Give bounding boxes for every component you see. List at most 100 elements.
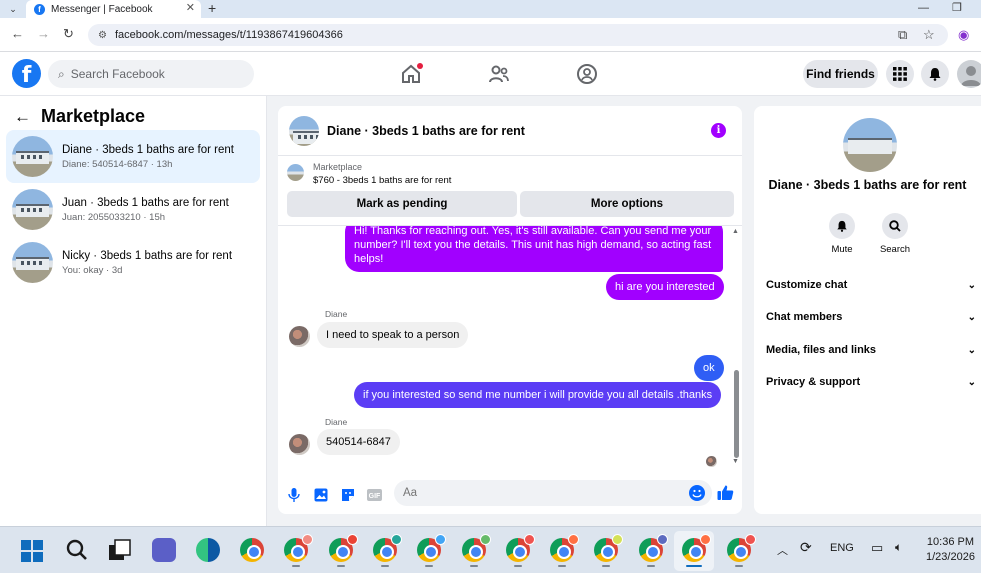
- tab-title: Messenger | Facebook: [51, 3, 153, 15]
- back-icon[interactable]: ←: [11, 26, 24, 41]
- message-outgoing[interactable]: ok: [694, 355, 724, 381]
- facebook-search-input[interactable]: ⌕ Search Facebook: [48, 60, 254, 88]
- chrome-profile-icon[interactable]: [417, 534, 446, 562]
- message-outgoing[interactable]: Hi! Thanks for reaching out. Yes, it's s…: [345, 226, 723, 272]
- chat-title[interactable]: Diane · 3beds 1 baths are for rent: [327, 124, 525, 138]
- url-bar[interactable]: ⚙ facebook.com/messages/t/11938674196043…: [88, 24, 948, 46]
- facebook-logo-icon[interactable]: f: [12, 59, 41, 88]
- chevron-down-icon: ⌄: [967, 344, 976, 356]
- chrome-icon[interactable]: [240, 538, 264, 562]
- media-files-links-section[interactable]: Media, files and links ⌄: [766, 339, 976, 361]
- photo-icon[interactable]: [313, 487, 329, 503]
- find-friends-button[interactable]: Find friends: [803, 60, 878, 88]
- profile-icon[interactable]: ◉: [958, 27, 969, 43]
- gif-icon[interactable]: GIF: [366, 487, 382, 503]
- sender-avatar[interactable]: [289, 434, 310, 455]
- message-sender: Diane: [325, 417, 348, 427]
- volume-icon[interactable]: 🔈︎: [895, 540, 902, 555]
- chat-listing-avatar[interactable]: [289, 115, 319, 146]
- scroll-up-icon[interactable]: ▲: [732, 228, 739, 235]
- chrome-profile-icon[interactable]: [462, 534, 491, 562]
- thumbs-up-icon[interactable]: [717, 484, 734, 506]
- edge-browser-icon[interactable]: [196, 538, 220, 562]
- new-tab-icon[interactable]: +: [208, 0, 216, 16]
- forward-icon[interactable]: →: [37, 26, 50, 41]
- chrome-profile-icon[interactable]: [550, 534, 579, 562]
- groups-icon[interactable]: [575, 62, 599, 86]
- message-incoming[interactable]: 540514-6847: [317, 429, 400, 455]
- reload-icon[interactable]: ↻: [63, 26, 74, 42]
- tab-search-icon[interactable]: ⌄: [4, 0, 22, 18]
- listing-price[interactable]: $760 - 3beds 1 baths are for rent: [313, 175, 451, 186]
- browser-tab[interactable]: f Messenger | Facebook ✕: [26, 0, 201, 18]
- marketplace-sidebar: ← Marketplace Diane · 3beds 1 baths are …: [0, 96, 267, 526]
- conversation-info-icon[interactable]: i: [711, 123, 726, 138]
- bookmark-star-icon[interactable]: ☆: [923, 27, 935, 43]
- message-incoming[interactable]: I need to speak to a person: [317, 322, 469, 348]
- menu-grid-icon[interactable]: [886, 60, 914, 88]
- customize-chat-section[interactable]: Customize chat ⌄: [766, 274, 976, 296]
- chrome-profile-icon[interactable]: [727, 534, 756, 562]
- tab-close-icon[interactable]: ✕: [186, 1, 195, 14]
- sticker-icon[interactable]: [340, 487, 356, 503]
- windows-start-icon[interactable]: [21, 540, 43, 562]
- running-indicator: [337, 565, 345, 567]
- section-label: Media, files and links: [766, 344, 877, 356]
- chrome-profile-icon-active[interactable]: [682, 534, 711, 562]
- conversation-item-nicky[interactable]: Nicky · 3beds 1 baths are for rent You: …: [6, 236, 260, 289]
- friends-icon[interactable]: [487, 62, 511, 86]
- sender-avatar[interactable]: [289, 326, 310, 347]
- tray-chevron-up-icon[interactable]: ︿: [777, 542, 788, 558]
- task-view-icon[interactable]: [108, 539, 132, 561]
- chrome-profile-icon[interactable]: [639, 534, 668, 562]
- privacy-support-section[interactable]: Privacy & support ⌄: [766, 371, 976, 393]
- conversation-item-diane[interactable]: Diane · 3beds 1 baths are for rent Diane…: [6, 130, 260, 183]
- message-input[interactable]: [394, 480, 712, 506]
- scrollbar-thumb[interactable]: [734, 370, 739, 458]
- mark-as-pending-button[interactable]: Mark as pending: [287, 191, 517, 217]
- message-list[interactable]: Hi! Thanks for reaching out. Yes, it's s…: [278, 226, 742, 472]
- home-notification-dot: [417, 63, 423, 69]
- microphone-icon[interactable]: [286, 487, 302, 503]
- taskbar-search-icon[interactable]: [65, 538, 89, 562]
- mute-action[interactable]: Mute: [817, 213, 867, 255]
- more-options-button[interactable]: More options: [520, 191, 734, 217]
- running-indicator: [735, 565, 743, 567]
- chrome-profile-icon[interactable]: [506, 534, 535, 562]
- chrome-profile-icon[interactable]: [594, 534, 623, 562]
- install-app-icon[interactable]: ⧉: [898, 27, 907, 43]
- display-icon[interactable]: ▭: [871, 540, 883, 556]
- system-clock[interactable]: 10:36 PM 1/23/2026: [926, 535, 975, 565]
- running-indicator: [602, 565, 610, 567]
- message-sender: Diane: [325, 309, 348, 319]
- minimize-icon[interactable]: —: [918, 0, 929, 16]
- conversation-name: Diane · 3beds 1 baths are for rent: [62, 143, 234, 156]
- back-arrow-icon[interactable]: ←: [14, 107, 31, 127]
- teams-chat-icon[interactable]: [152, 538, 176, 562]
- emoji-icon[interactable]: [689, 485, 705, 501]
- mute-label: Mute: [831, 244, 853, 255]
- language-indicator[interactable]: ENG: [830, 542, 854, 554]
- search-action[interactable]: Search: [870, 213, 920, 255]
- chevron-down-icon: ⌄: [967, 376, 976, 388]
- chrome-profile-icon[interactable]: [284, 534, 313, 562]
- listing-avatar: [12, 242, 53, 283]
- chrome-profile-icon[interactable]: [329, 534, 358, 562]
- search-placeholder: Search Facebook: [70, 67, 165, 81]
- account-avatar[interactable]: [957, 60, 981, 88]
- notifications-bell-icon[interactable]: [921, 60, 949, 88]
- restore-icon[interactable]: ❐: [952, 0, 962, 16]
- details-listing-avatar[interactable]: [843, 118, 897, 172]
- site-info-icon[interactable]: ⚙: [98, 30, 107, 41]
- listing-thumbnail[interactable]: [287, 164, 304, 181]
- section-label: Chat members: [766, 311, 843, 323]
- listing-label: Marketplace: [313, 162, 363, 172]
- message-outgoing[interactable]: hi are you interested: [606, 274, 724, 300]
- scroll-down-icon[interactable]: ▼: [732, 458, 739, 465]
- chrome-profile-icon[interactable]: [373, 534, 402, 562]
- message-outgoing[interactable]: if you interested so send me number i wi…: [354, 382, 722, 408]
- chat-members-section[interactable]: Chat members ⌄: [766, 306, 976, 328]
- sync-icon[interactable]: ⟳: [800, 539, 812, 556]
- conversation-item-juan[interactable]: Juan · 3beds 1 baths are for rent Juan: …: [6, 183, 260, 236]
- search-icon: [882, 213, 908, 239]
